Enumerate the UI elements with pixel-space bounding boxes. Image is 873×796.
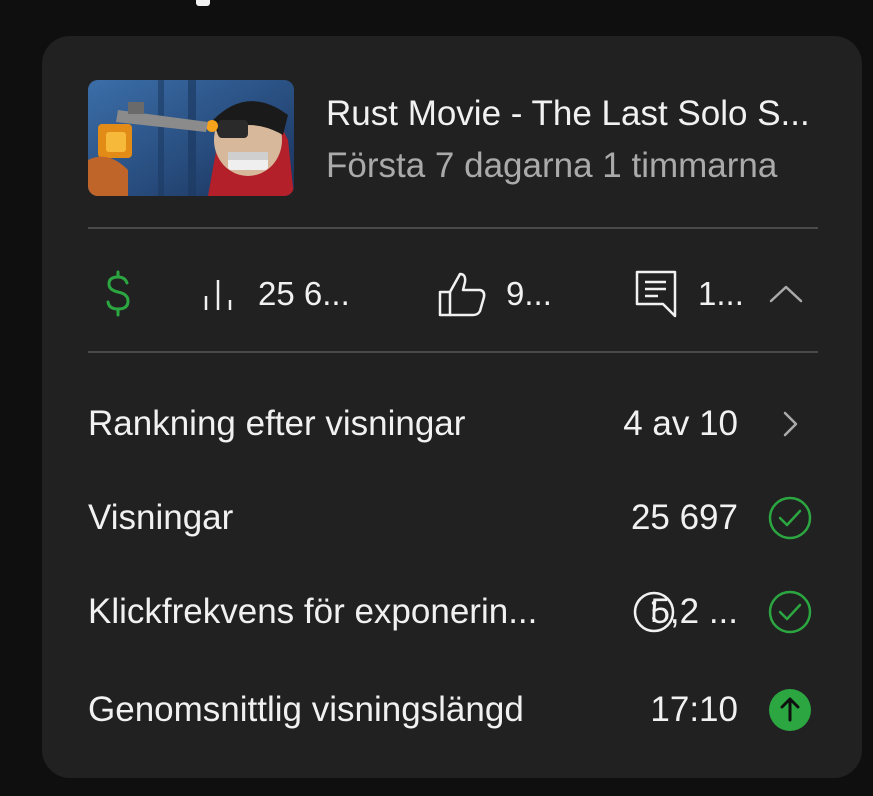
collapse-button[interactable]	[766, 268, 806, 320]
bar-chart-icon	[200, 274, 240, 314]
likes-value: 9...	[506, 275, 552, 312]
divider	[88, 351, 818, 353]
chevron-right-icon	[766, 400, 814, 448]
views-row: Visningar 25 697	[88, 488, 818, 548]
comments-value: 1...	[698, 275, 744, 312]
row-value: 25 697	[630, 498, 738, 537]
video-time-range: Första 7 dagarna 1 timmarna	[326, 146, 778, 185]
row-label: Genomsnittlig visningslängd	[88, 690, 524, 729]
views-value: 25 6...	[258, 275, 350, 312]
dollar-icon	[100, 270, 136, 318]
check-circle-icon	[766, 494, 814, 542]
ranking-row[interactable]: Rankning efter visningar 4 av 10	[88, 394, 818, 454]
row-value: 4 av 10	[623, 404, 738, 443]
comment-icon	[634, 268, 680, 320]
revenue-stat[interactable]	[100, 268, 136, 320]
row-label: Rankning efter visningar	[88, 404, 466, 443]
row-value: 17:10	[650, 690, 738, 729]
thumbs-up-icon	[436, 270, 488, 318]
arrow-up-circle-icon	[766, 686, 814, 734]
video-title[interactable]: Rust Movie - The Last Solo S...	[326, 94, 826, 134]
row-label: Visningar	[88, 498, 234, 537]
ctr-row: Klickfrekvens för exponerin... 5,2 ...	[88, 582, 818, 642]
likes-stat[interactable]: 9...	[436, 268, 552, 320]
chevron-up-icon	[766, 279, 806, 309]
avg-view-duration-row: Genomsnittlig visningslängd 17:10	[88, 680, 818, 740]
divider	[88, 227, 818, 229]
row-value: 5,2 ...	[650, 592, 738, 631]
video-thumbnail[interactable]	[88, 80, 294, 196]
views-stat[interactable]: 25 6...	[200, 268, 350, 320]
partial-heading-glyph	[196, 0, 210, 6]
check-circle-icon	[766, 588, 814, 636]
row-label: Klickfrekvens för exponerin...	[88, 592, 538, 631]
video-performance-card[interactable]: Rust Movie - The Last Solo S... Första 7…	[42, 36, 862, 778]
comments-stat[interactable]: 1...	[634, 268, 744, 320]
